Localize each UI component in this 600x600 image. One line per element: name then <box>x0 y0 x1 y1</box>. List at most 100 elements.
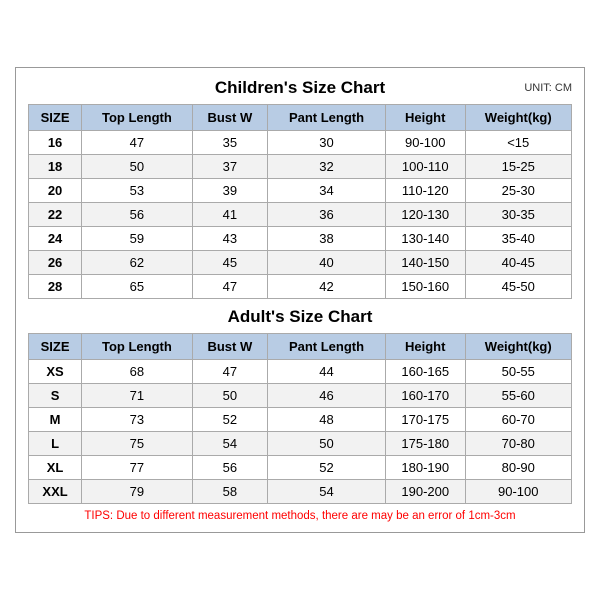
table-cell: 53 <box>82 179 192 203</box>
adult-header-row: SIZE Top Length Bust W Pant Length Heigh… <box>29 334 572 360</box>
table-cell: 36 <box>268 203 386 227</box>
adult-col-toplength: Top Length <box>82 334 192 360</box>
table-cell: 140-150 <box>385 251 465 275</box>
adult-col-bustw: Bust W <box>192 334 267 360</box>
table-cell: 190-200 <box>385 480 465 504</box>
table-row: 26624540140-15040-45 <box>29 251 572 275</box>
table-cell: 58 <box>192 480 267 504</box>
table-cell: 15-25 <box>465 155 572 179</box>
adult-col-size: SIZE <box>29 334 82 360</box>
table-cell: 50 <box>268 432 386 456</box>
table-cell: XS <box>29 360 82 384</box>
adult-col-height: Height <box>385 334 465 360</box>
children-table: SIZE Top Length Bust W Pant Length Heigh… <box>28 104 572 299</box>
children-header-row: SIZE Top Length Bust W Pant Length Heigh… <box>29 105 572 131</box>
table-cell: 30-35 <box>465 203 572 227</box>
table-cell: 65 <box>82 275 192 299</box>
table-cell: 75 <box>82 432 192 456</box>
children-col-bustw: Bust W <box>192 105 267 131</box>
table-cell: 100-110 <box>385 155 465 179</box>
table-cell: 28 <box>29 275 82 299</box>
table-cell: 41 <box>192 203 267 227</box>
table-cell: <15 <box>465 131 572 155</box>
table-cell: 22 <box>29 203 82 227</box>
table-row: XS684744160-16550-55 <box>29 360 572 384</box>
table-cell: 47 <box>192 360 267 384</box>
table-cell: 110-120 <box>385 179 465 203</box>
table-row: 24594338130-14035-40 <box>29 227 572 251</box>
table-cell: 73 <box>82 408 192 432</box>
tips-text: TIPS: Due to different measurement metho… <box>28 510 572 522</box>
table-cell: 56 <box>82 203 192 227</box>
table-row: M735248170-17560-70 <box>29 408 572 432</box>
table-cell: 30 <box>268 131 386 155</box>
table-cell: 120-130 <box>385 203 465 227</box>
table-cell: 60-70 <box>465 408 572 432</box>
children-col-size: SIZE <box>29 105 82 131</box>
table-row: L755450175-18070-80 <box>29 432 572 456</box>
children-col-weight: Weight(kg) <box>465 105 572 131</box>
table-cell: 50-55 <box>465 360 572 384</box>
table-cell: 71 <box>82 384 192 408</box>
table-cell: 47 <box>82 131 192 155</box>
table-row: 20533934110-12025-30 <box>29 179 572 203</box>
table-row: 18503732100-11015-25 <box>29 155 572 179</box>
table-cell: 56 <box>192 456 267 480</box>
adult-chart-title: Adult's Size Chart <box>228 307 373 327</box>
unit-label: UNIT: CM <box>524 82 572 94</box>
table-cell: 150-160 <box>385 275 465 299</box>
table-cell: 50 <box>192 384 267 408</box>
table-cell: 70-80 <box>465 432 572 456</box>
table-cell: 77 <box>82 456 192 480</box>
table-cell: 68 <box>82 360 192 384</box>
table-cell: XXL <box>29 480 82 504</box>
table-cell: L <box>29 432 82 456</box>
table-cell: 34 <box>268 179 386 203</box>
adult-title-row: Adult's Size Chart <box>28 307 572 327</box>
table-cell: 45 <box>192 251 267 275</box>
table-cell: 43 <box>192 227 267 251</box>
table-cell: 37 <box>192 155 267 179</box>
table-cell: 26 <box>29 251 82 275</box>
table-cell: 79 <box>82 480 192 504</box>
table-cell: S <box>29 384 82 408</box>
table-cell: 42 <box>268 275 386 299</box>
table-cell: 50 <box>82 155 192 179</box>
table-cell: 170-175 <box>385 408 465 432</box>
table-cell: 35-40 <box>465 227 572 251</box>
table-cell: 54 <box>268 480 386 504</box>
table-cell: 80-90 <box>465 456 572 480</box>
table-cell: 55-60 <box>465 384 572 408</box>
table-cell: M <box>29 408 82 432</box>
table-cell: 39 <box>192 179 267 203</box>
table-cell: 47 <box>192 275 267 299</box>
table-cell: 175-180 <box>385 432 465 456</box>
table-cell: 25-30 <box>465 179 572 203</box>
table-cell: 90-100 <box>465 480 572 504</box>
table-cell: 35 <box>192 131 267 155</box>
table-cell: 16 <box>29 131 82 155</box>
table-cell: 40-45 <box>465 251 572 275</box>
children-col-toplength: Top Length <box>82 105 192 131</box>
table-cell: 48 <box>268 408 386 432</box>
table-row: XL775652180-19080-90 <box>29 456 572 480</box>
table-cell: 160-165 <box>385 360 465 384</box>
table-cell: 52 <box>268 456 386 480</box>
table-cell: 46 <box>268 384 386 408</box>
chart-wrapper: Children's Size Chart UNIT: CM SIZE Top … <box>15 67 585 533</box>
table-row: S715046160-17055-60 <box>29 384 572 408</box>
table-cell: 52 <box>192 408 267 432</box>
table-row: 1647353090-100<15 <box>29 131 572 155</box>
table-cell: 20 <box>29 179 82 203</box>
children-chart-title: Children's Size Chart <box>215 78 385 98</box>
table-cell: 59 <box>82 227 192 251</box>
table-cell: 44 <box>268 360 386 384</box>
table-cell: 54 <box>192 432 267 456</box>
children-col-pantlength: Pant Length <box>268 105 386 131</box>
table-cell: 90-100 <box>385 131 465 155</box>
children-col-height: Height <box>385 105 465 131</box>
adult-col-weight: Weight(kg) <box>465 334 572 360</box>
table-cell: 180-190 <box>385 456 465 480</box>
table-cell: 40 <box>268 251 386 275</box>
table-row: XXL795854190-20090-100 <box>29 480 572 504</box>
